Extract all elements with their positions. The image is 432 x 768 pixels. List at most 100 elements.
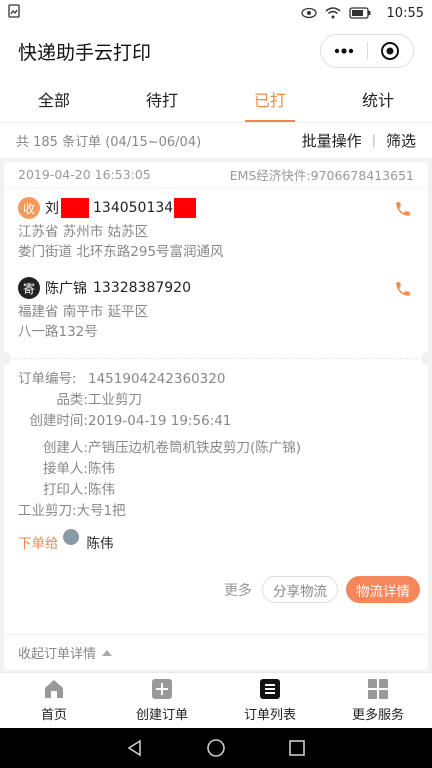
order-number-row: 订单编号: 1451904242360320 [18,369,414,390]
filter-button[interactable]: 筛选 [386,130,416,151]
created-time-row: 创建时间: 2019-04-19 19:56:41 [18,411,414,432]
summary-bar: 共 185 条订单 (04/15~06/04) 批量操作 | 筛选 [0,122,432,158]
phone-icon [396,282,410,296]
receiver-phone: 134050134 [93,200,174,216]
creator-value: 产销压边机卷筒机铁皮剪刀(陈广锦) [88,440,302,456]
order-details: 订单编号: 1451904242360320 品类: 工业剪刀 创建时间: 20… [4,369,428,552]
order-tabs: 全部 待打 已打 统计 [0,76,432,122]
category-value: 工业剪刀 [88,392,142,408]
home-icon [43,678,65,700]
share-logistics-button[interactable]: 分享物流 [262,576,338,603]
ops-separator: | [371,133,376,148]
home-circle-icon[interactable] [206,738,226,758]
printer-row: 打印人: 陈伟 [18,480,414,501]
summary-ops: 批量操作 | 筛选 [302,130,416,151]
nav-more-services[interactable]: 更多服务 [324,673,432,728]
receiver-operator-label: 接单人: [42,461,88,477]
miniprogram-capsule [320,34,414,68]
phone-icon [396,202,410,216]
creator-label: 创建人: [42,440,88,456]
tab-all[interactable]: 全部 [0,76,108,122]
eye-icon [300,7,317,19]
sender-block: 寄 陈广锦 13328387920 福建省 南平市 延平区 八一路132号 [4,262,428,342]
order-number-label: 订单编号: [18,371,77,387]
goods-value: 工业剪刀:大号1把 [18,503,126,519]
call-receiver-button[interactable] [392,198,414,220]
category-row: 品类: 工业剪刀 [18,390,414,411]
order-actions: 更多 分享物流 物流详情 [4,576,428,603]
redaction-mark [61,198,89,218]
back-icon[interactable] [126,739,144,757]
page-title: 快递助手云打印 [18,41,152,64]
nav-order-list[interactable]: 订单列表 [216,673,324,728]
notification-image-icon [8,4,20,18]
printer-label: 打印人: [42,482,88,498]
order-datetime: 2019-04-20 16:53:05 [18,167,151,182]
avatar [62,529,79,545]
status-icons: 10:55 [300,5,424,21]
status-time: 10:55 [386,5,424,21]
grid-icon [367,678,389,700]
receiver-line: 收 刘 134050134 [18,194,414,222]
logistics-detail-button[interactable]: 物流详情 [346,576,420,603]
receiver-operator-row: 接单人: 陈伟 [18,459,414,480]
assign-label: 下单给 [18,536,59,552]
nav-create-order-label: 创建订单 [135,708,188,723]
add-order-icon [151,678,173,700]
nav-home-label: 首页 [40,708,67,723]
ticket-notch [421,352,432,366]
assign-row: 下单给 陈伟 [18,529,414,552]
receiver-operator-value: 陈伟 [88,461,115,477]
receiver-street: 娄门街道 北环东路295号富润通风 [18,244,224,260]
created-time-label: 创建时间: [29,413,88,429]
nav-home[interactable]: 首页 [0,673,108,728]
status-left [8,4,301,22]
order-card: 2019-04-20 16:53:05 EMS经济快件:970667841365… [0,162,432,670]
order-list-icon [259,678,281,700]
nav-create-order[interactable]: 创建订单 [108,673,216,728]
created-time-value: 2019-04-19 19:56:41 [88,413,232,429]
goods-row: 工业剪刀:大号1把 [18,501,414,522]
target-close-icon [381,42,400,60]
sender-name: 陈广锦 [45,281,87,297]
close-miniprogram-button[interactable] [368,35,414,67]
tab-pending-print[interactable]: 待打 [108,76,216,122]
sender-badge: 寄 [18,277,40,299]
batch-operation-button[interactable]: 批量操作 [302,130,362,151]
sender-phone: 13328387920 [93,280,191,296]
receiver-block: 收 刘 134050134 江苏省 苏州市 姑苏区 娄门街道 北环东路295号富… [4,188,428,262]
nav-more-services-label: 更多服务 [351,708,404,723]
sender-region: 福建省 南平市 延平区 [18,304,149,320]
collapse-details-button[interactable]: 收起订单详情 [4,634,428,670]
ticket-notch [0,352,11,366]
more-actions-button[interactable]: 更多 [224,580,252,600]
order-count: 共 185 条订单 (04/15~06/04) [16,135,202,150]
category-label: 品类: [56,392,88,408]
creator-row: 创建人: 产销压边机卷筒机铁皮剪刀(陈广锦) [18,438,414,459]
bottom-nav: 首页 创建订单 订单列表 更多服务 [0,672,432,728]
sender-street: 八一路132号 [18,324,98,340]
order-number: 1451904242360320 [88,371,226,387]
receiver-name: 刘 [45,201,59,217]
status-bar: 10:55 [0,0,432,26]
wifi-icon [325,7,341,19]
nav-order-list-label: 订单列表 [243,708,296,723]
recents-icon[interactable] [288,739,306,757]
ticket-divider [0,352,432,366]
order-card-header: 2019-04-20 16:53:05 EMS经济快件:970667841365… [4,162,428,188]
printer-value: 陈伟 [88,482,115,498]
carrier-tracking: EMS经济快件:9706678413651 [229,168,414,183]
collapse-label: 收起订单详情 [18,647,97,662]
call-sender-button[interactable] [392,278,414,300]
receiver-badge: 收 [18,197,40,219]
tab-statistics[interactable]: 统计 [324,76,432,122]
title-bar: 快递助手云打印 [0,26,432,76]
caret-up-icon [102,649,113,656]
more-dots-icon [334,48,353,54]
sender-line: 寄 陈广锦 13328387920 [18,274,414,302]
more-menu-button[interactable] [321,35,367,67]
receiver-region: 江苏省 苏州市 姑苏区 [18,224,149,240]
battery-icon [348,7,371,19]
tab-printed[interactable]: 已打 [216,76,324,122]
assign-name: 陈伟 [86,536,114,552]
